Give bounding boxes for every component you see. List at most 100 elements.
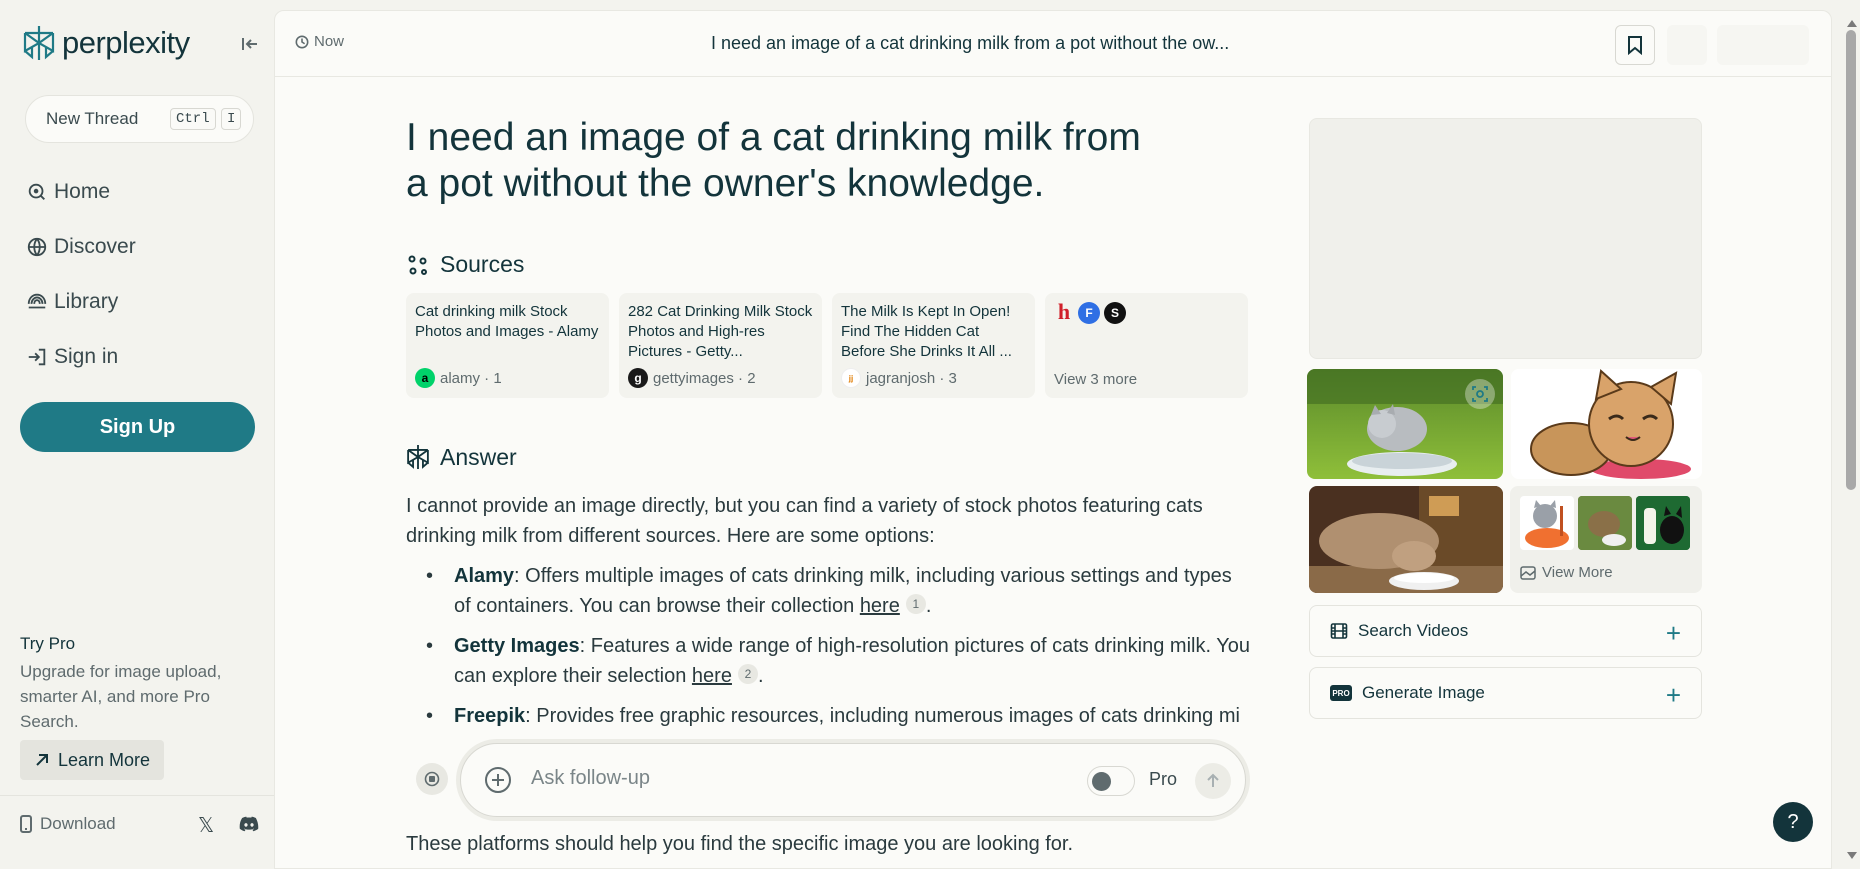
answer-heading-label: Answer xyxy=(440,443,517,470)
scrollbar-thumb[interactable] xyxy=(1846,30,1856,490)
answer-body: I cannot provide an image directly, but … xyxy=(406,491,1251,741)
view-more-images[interactable]: View More xyxy=(1510,486,1702,593)
here-link[interactable]: here xyxy=(692,665,732,687)
stop-button[interactable] xyxy=(416,763,448,795)
scrollbar[interactable] xyxy=(1844,10,1858,869)
answer-list: Alamy: Offers multiple images of cats dr… xyxy=(406,561,1251,731)
sidebar-item-sign-in[interactable]: Sign in xyxy=(26,345,118,369)
page-title: I need an image of a cat drinking milk f… xyxy=(406,116,1141,205)
sources-icon xyxy=(408,255,427,275)
list-item: Alamy: Offers multiple images of cats dr… xyxy=(406,561,1251,621)
cat-bowl-image xyxy=(1309,486,1503,593)
followup-input[interactable]: Ask follow-up xyxy=(531,767,650,790)
thumb-image xyxy=(1520,496,1574,550)
source-title: Cat drinking milk Stock Photos and Image… xyxy=(415,303,599,340)
generate-image-label: Generate Image xyxy=(1362,683,1485,702)
phone-icon xyxy=(20,815,32,833)
source-title: 282 Cat Drinking Milk Stock Photos and H… xyxy=(628,303,813,360)
new-thread-button[interactable]: New Thread Ctrl I xyxy=(25,95,254,143)
site-favicon-icon: S xyxy=(1104,302,1126,324)
collapse-sidebar-icon[interactable] xyxy=(238,32,262,56)
learn-more-label: Learn More xyxy=(58,749,151,770)
scroll-up-arrow-icon[interactable] xyxy=(1847,20,1857,27)
pro-badge-icon: PRO xyxy=(1330,685,1352,701)
action-button-placeholder[interactable] xyxy=(1717,25,1809,65)
view-more-sources-card[interactable]: h F S View 3 more xyxy=(1045,293,1248,398)
option-name: Alamy xyxy=(454,565,515,587)
answer-intro: I cannot provide an image directly, but … xyxy=(406,495,1203,547)
cat-image-2[interactable] xyxy=(1511,369,1702,479)
source-title: The Milk Is Kept In Open! Find The Hidde… xyxy=(841,303,1012,360)
sources-heading: Sources xyxy=(406,251,524,278)
source-meta: g gettyimages · 2 xyxy=(628,368,756,388)
learn-more-button[interactable]: Learn More xyxy=(20,740,165,780)
sidebar-item-label: Home xyxy=(54,180,111,203)
source-site: alamy · 1 xyxy=(440,369,502,387)
search-image-icon[interactable] xyxy=(1465,379,1495,409)
time-label: Now xyxy=(314,33,345,50)
source-site: jagranjosh · 3 xyxy=(866,369,957,387)
cat-image-3[interactable] xyxy=(1309,486,1503,593)
search-videos-label: Search Videos xyxy=(1358,621,1469,640)
thread-title: I need an image of a cat drinking milk f… xyxy=(711,33,1230,53)
download-label: Download xyxy=(40,814,116,833)
option-name: Getty Images xyxy=(454,635,580,657)
citation-badge[interactable]: 1 xyxy=(905,594,926,614)
x-twitter-icon[interactable]: 𝕏 xyxy=(198,813,214,838)
cat-image-1[interactable] xyxy=(1307,369,1503,479)
followup-box: Ask follow-up Pro xyxy=(456,739,1250,821)
shortcut-key-i: I xyxy=(221,108,242,130)
perplexity-answer-icon xyxy=(407,445,429,469)
sign-up-button[interactable]: Sign Up xyxy=(20,402,255,452)
source-favicons: h F S xyxy=(1054,299,1239,324)
cartoon-cat-image xyxy=(1511,369,1702,479)
shortcut-key-ctrl: Ctrl xyxy=(170,108,216,130)
generate-image-button[interactable]: PRO Generate Image + xyxy=(1309,667,1702,719)
source-meta: a alamy · 1 xyxy=(415,368,502,388)
source-meta: jj jagranjosh · 3 xyxy=(841,368,957,388)
try-pro-description: Upgrade for image upload, smarter AI, an… xyxy=(20,662,222,731)
bookmark-button[interactable] xyxy=(1615,25,1655,65)
plus-icon: + xyxy=(1665,680,1681,710)
thumb-image xyxy=(1636,496,1690,550)
here-link[interactable]: here xyxy=(860,595,900,617)
source-card[interactable]: Cat drinking milk Stock Photos and Image… xyxy=(406,293,609,398)
scroll-down-arrow-icon[interactable] xyxy=(1847,852,1857,859)
freepik-favicon-icon: F xyxy=(1078,302,1100,324)
logo[interactable]: perplexity xyxy=(22,24,190,62)
sidebar-item-library[interactable]: Library xyxy=(26,290,118,314)
submit-button[interactable] xyxy=(1195,763,1231,799)
search-icon xyxy=(28,183,45,200)
attach-plus-icon[interactable] xyxy=(483,765,513,795)
pro-toggle[interactable] xyxy=(1087,766,1135,796)
citation-badge[interactable]: 2 xyxy=(737,664,758,684)
perplexity-logo-icon xyxy=(23,26,55,60)
arrow-up-right-icon xyxy=(36,754,48,766)
answer-heading: Answer xyxy=(406,443,517,471)
download-link[interactable]: Download xyxy=(18,814,116,834)
sidebar-item-discover[interactable]: Discover xyxy=(26,235,136,259)
pro-toggle-label: Pro xyxy=(1149,769,1178,789)
source-site: gettyimages · 2 xyxy=(653,369,756,387)
main-panel: Now I need an image of a cat drinking mi… xyxy=(274,10,1832,869)
film-icon xyxy=(1330,623,1348,639)
sign-in-icon xyxy=(28,348,46,366)
share-button-placeholder[interactable] xyxy=(1667,25,1707,65)
new-thread-label: New Thread xyxy=(46,109,139,128)
globe-icon xyxy=(27,237,47,257)
list-item: Getty Images: Features a wide range of h… xyxy=(406,631,1251,691)
thumb-image xyxy=(1578,496,1632,550)
source-card[interactable]: 282 Cat Drinking Milk Stock Photos and H… xyxy=(619,293,822,398)
option-name: Freepik xyxy=(454,705,526,727)
sidebar-item-home[interactable]: Home xyxy=(26,180,110,204)
view-more-label: View More xyxy=(1520,564,1613,581)
help-button[interactable]: ? xyxy=(1773,802,1813,842)
sidebar-item-label: Sign in xyxy=(54,345,119,368)
sources-list: Cat drinking milk Stock Photos and Image… xyxy=(406,293,1248,398)
source-card[interactable]: The Milk Is Kept In Open! Find The Hidde… xyxy=(832,293,1035,398)
sidebar-item-label: Library xyxy=(54,290,119,313)
discord-icon[interactable] xyxy=(238,813,260,835)
followup-input-container: Ask follow-up Pro xyxy=(460,743,1246,817)
plus-icon: + xyxy=(1665,618,1681,648)
search-videos-button[interactable]: Search Videos + xyxy=(1309,605,1702,657)
